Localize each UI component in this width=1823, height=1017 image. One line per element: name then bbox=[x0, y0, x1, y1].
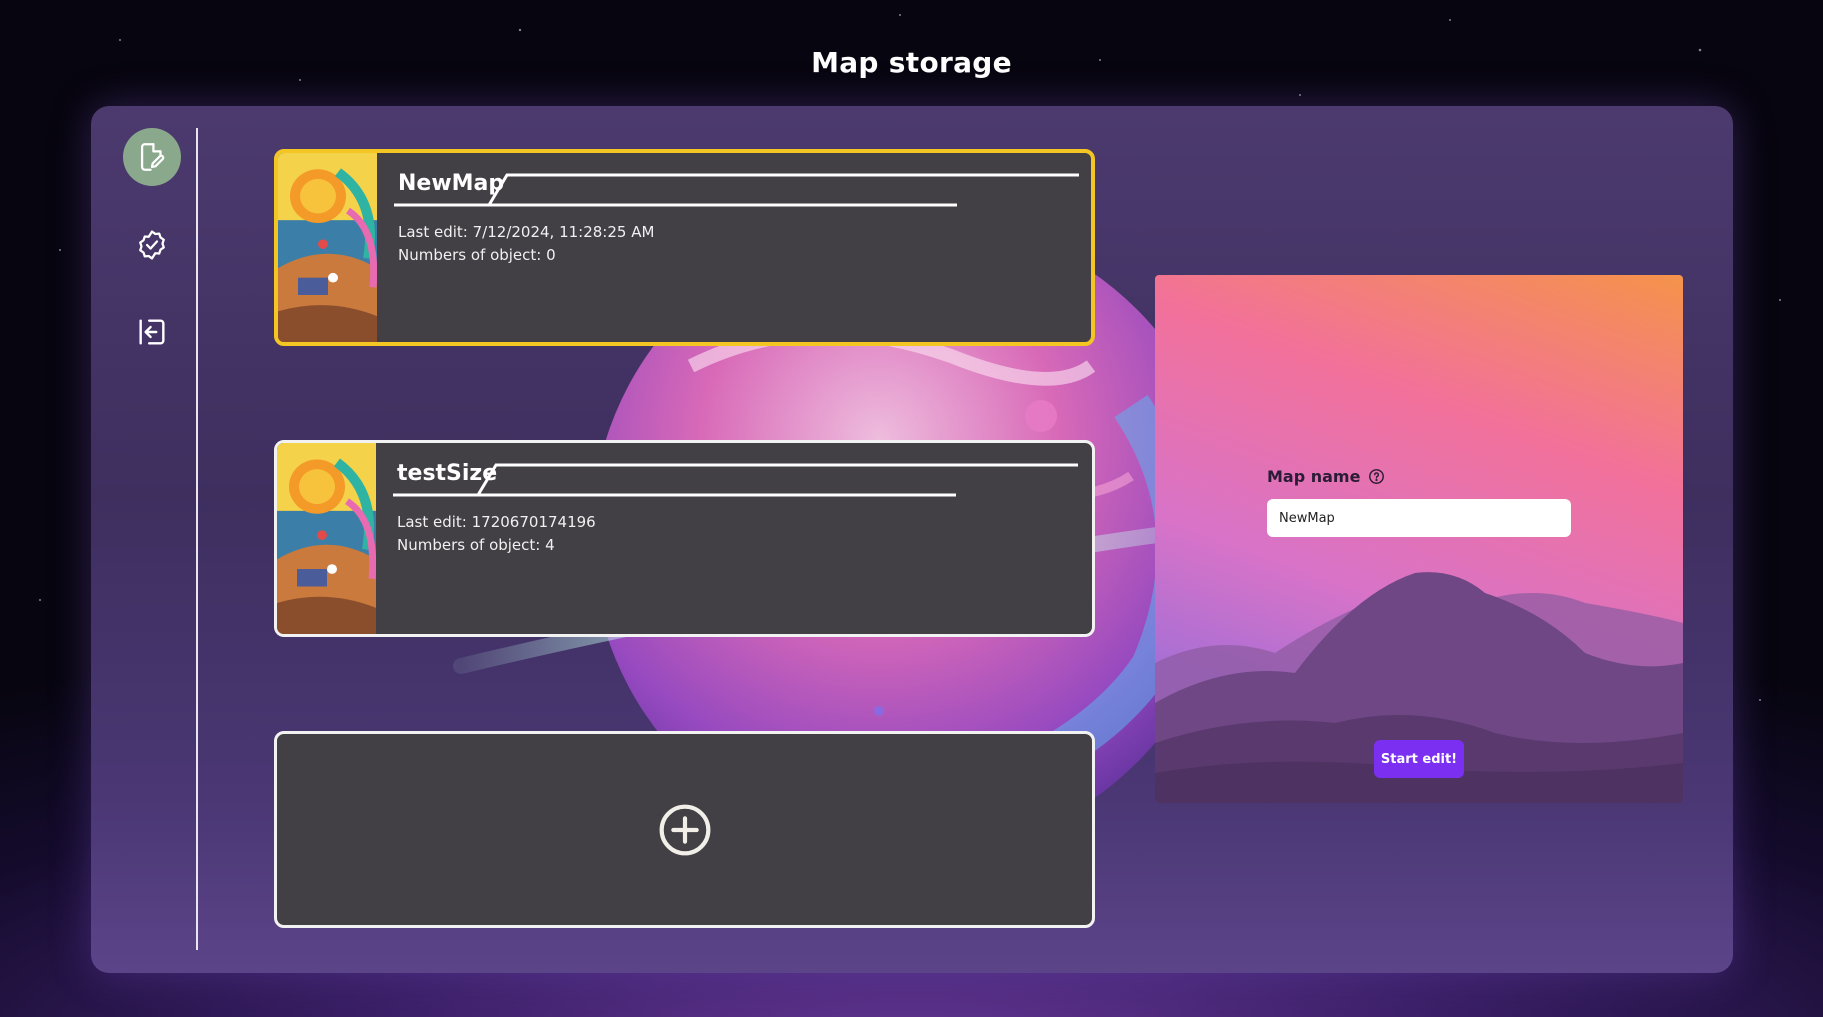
plus-circle-icon bbox=[659, 804, 710, 855]
start-edit-button[interactable]: Start edit! bbox=[1374, 740, 1464, 778]
map-object-count: Numbers of object: 4 bbox=[397, 536, 555, 554]
map-card-testsize[interactable]: testSize Last edit: 1720670174196 Number… bbox=[274, 440, 1095, 637]
map-thumbnail-image bbox=[278, 153, 377, 342]
sidebar-item-verified[interactable] bbox=[123, 216, 181, 274]
page-title: Map storage bbox=[811, 46, 1012, 79]
map-name: NewMap bbox=[398, 171, 505, 196]
main-panel: NewMap Last edit: 7/12/2024, 11:28:25 AM… bbox=[91, 106, 1733, 973]
sidebar-divider bbox=[196, 128, 198, 950]
map-name-input[interactable] bbox=[1267, 499, 1571, 537]
add-map-button[interactable] bbox=[274, 731, 1095, 928]
sidebar-item-edit[interactable] bbox=[123, 128, 181, 186]
map-last-edit: Last edit: 7/12/2024, 11:28:25 AM bbox=[398, 223, 655, 241]
map-meta: Last edit: 1720670174196 Numbers of obje… bbox=[397, 511, 596, 557]
sidebar bbox=[91, 106, 197, 973]
map-card-newmap[interactable]: NewMap Last edit: 7/12/2024, 11:28:25 AM… bbox=[274, 149, 1095, 346]
map-thumbnail-image bbox=[277, 443, 376, 634]
map-object-count: Numbers of object: 0 bbox=[398, 246, 556, 264]
map-last-edit: Last edit: 1720670174196 bbox=[397, 513, 596, 531]
verified-badge-icon bbox=[139, 230, 165, 260]
edit-document-icon bbox=[140, 143, 165, 171]
map-editor-panel: Map name Start edit! bbox=[1155, 275, 1683, 803]
logout-icon bbox=[139, 319, 165, 345]
help-circle-icon[interactable] bbox=[1368, 468, 1385, 485]
map-name-label: Map name bbox=[1267, 467, 1385, 486]
map-name: testSize bbox=[397, 461, 498, 486]
sidebar-item-logout[interactable] bbox=[123, 303, 181, 361]
map-meta: Last edit: 7/12/2024, 11:28:25 AM Number… bbox=[398, 221, 654, 267]
